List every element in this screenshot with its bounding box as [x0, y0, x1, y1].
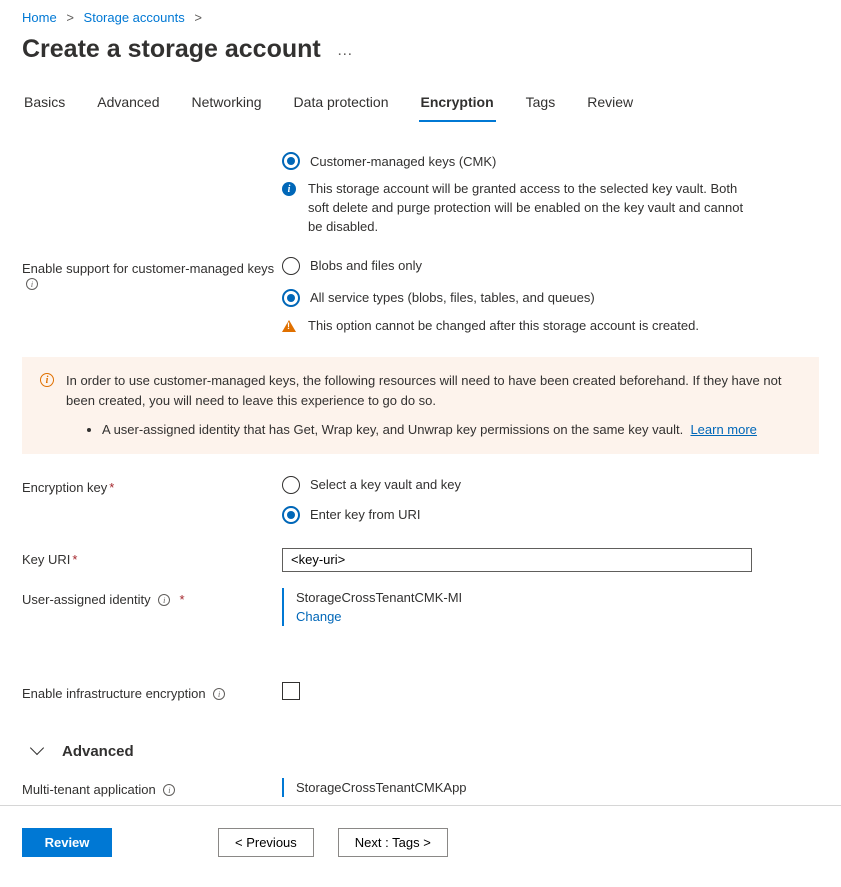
radio-cmk[interactable]: Customer-managed keys (CMK)	[282, 152, 819, 170]
info-icon[interactable]: i	[163, 784, 175, 796]
breadcrumb: Home > Storage accounts >	[22, 10, 819, 25]
multi-tenant-app-label: Multi-tenant application	[22, 782, 156, 797]
change-warning-text: This option cannot be changed after this…	[308, 317, 699, 336]
radio-enter-uri-label: Enter key from URI	[310, 507, 421, 522]
key-uri-input[interactable]	[282, 548, 752, 572]
tab-encryption[interactable]: Encryption	[419, 88, 496, 122]
info-icon[interactable]: i	[26, 278, 38, 290]
encryption-key-label: Encryption key	[22, 480, 107, 495]
wizard-footer: Review < Previous Next : Tags >	[0, 806, 841, 887]
radio-cmk-label: Customer-managed keys (CMK)	[310, 154, 496, 169]
radio-blobs-files[interactable]: Blobs and files only	[282, 257, 819, 275]
user-identity-value: StorageCrossTenantCMK-MI	[296, 590, 819, 605]
radio-blobs-files-label: Blobs and files only	[310, 258, 422, 273]
warning-icon	[282, 320, 296, 332]
key-uri-label: Key URI	[22, 552, 70, 567]
radio-select-kv-label: Select a key vault and key	[310, 477, 461, 492]
required-indicator: *	[109, 480, 114, 495]
radio-all-services[interactable]: All service types (blobs, files, tables,…	[282, 289, 819, 307]
tab-advanced[interactable]: Advanced	[95, 88, 161, 122]
review-button[interactable]: Review	[22, 828, 112, 857]
radio-unchecked-icon	[282, 476, 300, 494]
tab-networking[interactable]: Networking	[190, 88, 264, 122]
tabs: Basics Advanced Networking Data protecti…	[22, 88, 819, 122]
radio-checked-icon	[282, 506, 300, 524]
radio-enter-uri[interactable]: Enter key from URI	[282, 506, 819, 524]
tab-data-protection[interactable]: Data protection	[292, 88, 391, 122]
chevron-down-icon	[32, 745, 44, 757]
user-identity-label: User-assigned identity	[22, 592, 151, 607]
infra-encryption-checkbox[interactable]	[282, 682, 300, 700]
info-icon[interactable]: i	[213, 688, 225, 700]
infra-encryption-label: Enable infrastructure encryption	[22, 686, 206, 701]
required-indicator: *	[179, 592, 184, 607]
info-icon: i	[282, 182, 296, 196]
tab-review[interactable]: Review	[585, 88, 635, 122]
next-button[interactable]: Next : Tags >	[338, 828, 448, 857]
radio-select-keyvault[interactable]: Select a key vault and key	[282, 476, 819, 494]
banner-text: In order to use customer-managed keys, t…	[66, 373, 781, 408]
info-icon[interactable]: i	[158, 594, 170, 606]
learn-more-link[interactable]: Learn more	[690, 422, 756, 437]
radio-unchecked-icon	[282, 257, 300, 275]
radio-checked-icon	[282, 289, 300, 307]
breadcrumb-storage-accounts[interactable]: Storage accounts	[84, 10, 185, 25]
tab-tags[interactable]: Tags	[524, 88, 558, 122]
more-actions-icon[interactable]: …	[337, 34, 353, 60]
chevron-right-icon: >	[194, 10, 202, 25]
chevron-right-icon: >	[66, 10, 74, 25]
enable-support-label: Enable support for customer-managed keys	[22, 261, 274, 276]
page-title: Create a storage account	[22, 35, 321, 64]
info-icon: i	[40, 373, 54, 387]
radio-all-services-label: All service types (blobs, files, tables,…	[310, 290, 595, 305]
change-identity-link[interactable]: Change	[296, 609, 342, 624]
required-indicator: *	[72, 552, 77, 567]
multi-tenant-app-value: StorageCrossTenantCMKApp	[296, 780, 819, 795]
banner-bullet: A user-assigned identity that has Get, W…	[102, 420, 801, 440]
advanced-section-title: Advanced	[62, 743, 134, 760]
prerequisite-banner: i In order to use customer-managed keys,…	[22, 357, 819, 454]
previous-button[interactable]: < Previous	[218, 828, 314, 857]
tab-basics[interactable]: Basics	[22, 88, 67, 122]
radio-checked-icon	[282, 152, 300, 170]
advanced-section-header[interactable]: Advanced	[32, 743, 819, 760]
cmk-info-text: This storage account will be granted acc…	[308, 180, 748, 237]
breadcrumb-home[interactable]: Home	[22, 10, 57, 25]
